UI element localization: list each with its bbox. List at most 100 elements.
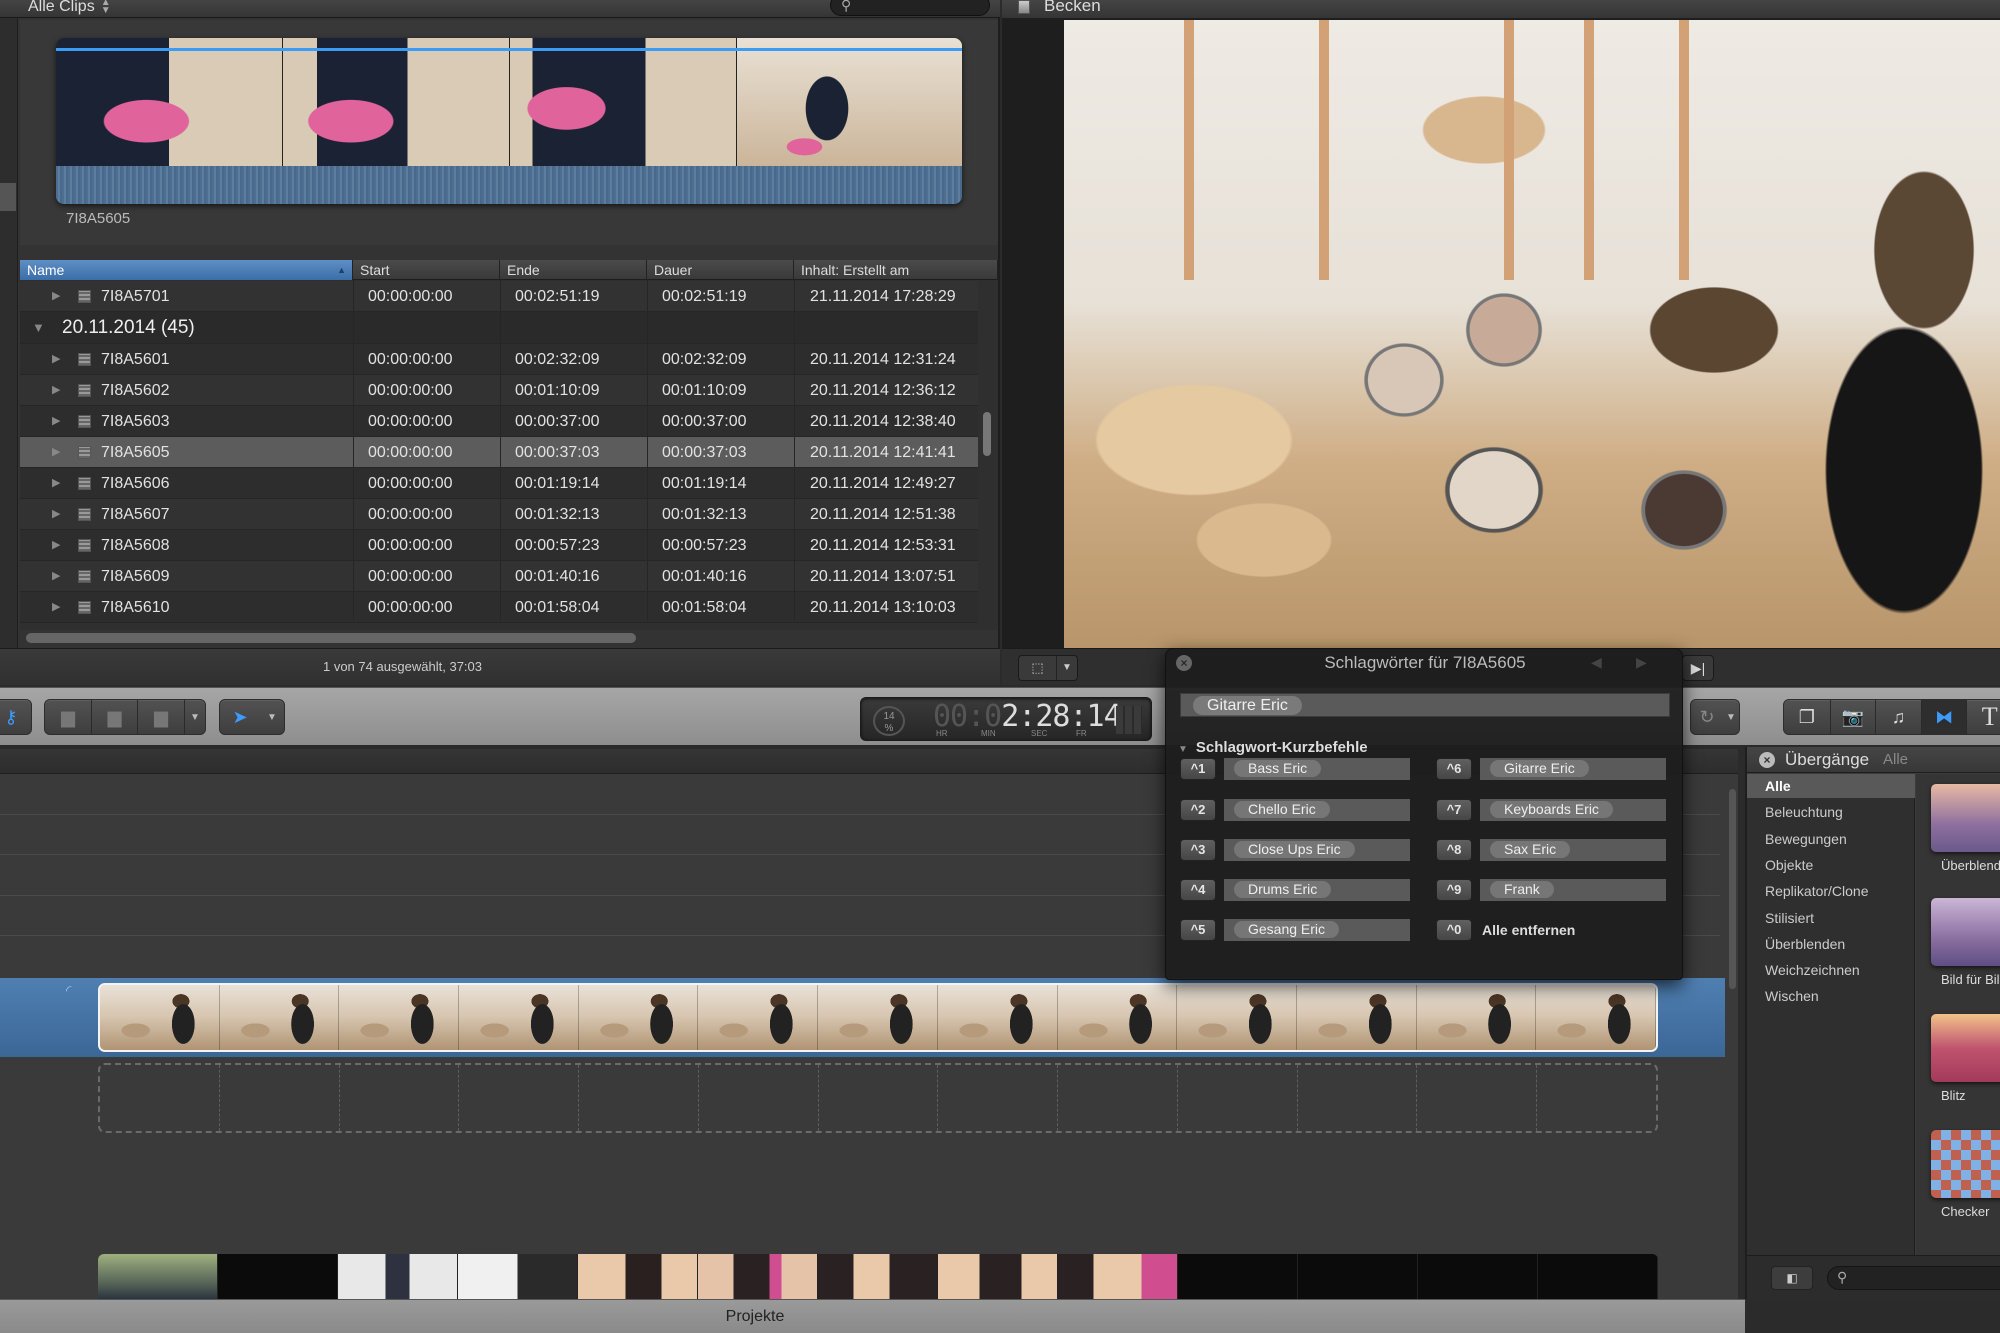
keyword-token[interactable]: Close Ups Eric [1234, 841, 1355, 858]
connect-button[interactable]: ▆ [45, 700, 92, 734]
previous-arrow-icon[interactable]: ◀ [1591, 654, 1602, 671]
sidebar-toggle-handle[interactable] [0, 183, 16, 211]
background-task-progress[interactable]: 14 % [873, 706, 905, 736]
transitions-browser-button[interactable]: ⧓ [1921, 700, 1968, 734]
transition-category-item[interactable]: Überblenden [1747, 932, 1915, 956]
project-library-bar[interactable]: Projekte [0, 1299, 1745, 1333]
browser-search-field[interactable]: ⚲ [830, 0, 990, 16]
viewer-video-frame[interactable] [1064, 20, 2000, 648]
disclosure-triangle-icon[interactable]: ▶ [52, 406, 60, 437]
keyword-token[interactable]: Gitarre Eric [1490, 760, 1589, 777]
column-header-duration[interactable]: Dauer [647, 260, 794, 280]
toggle-sidebar-button[interactable]: ◧ [1771, 1266, 1813, 1290]
dashboard-timecode[interactable]: 14 % 00:02:28:14 HR MIN SEC FR [860, 697, 1152, 741]
transition-category-item[interactable]: Alle [1747, 774, 1915, 798]
keyword-token[interactable]: Gesang Eric [1234, 921, 1340, 938]
transition-thumbnail[interactable] [1931, 1130, 2000, 1198]
keyword-token[interactable]: Frank [1490, 881, 1554, 898]
remove-all-keywords-label[interactable]: Alle entfernen [1482, 922, 1575, 938]
transition-category-item[interactable]: Objekte [1747, 853, 1915, 877]
transition-category-item[interactable]: Weichzeichnen [1747, 958, 1915, 982]
keyword-token[interactable]: Drums Eric [1234, 881, 1332, 898]
insert-button[interactable]: ▆ [92, 700, 138, 734]
keyword-shortcut-field[interactable]: Bass Eric [1224, 758, 1410, 780]
timeline-vertical-scrollbar[interactable] [1728, 789, 1738, 1269]
effects-browser-button[interactable]: ❐ [1784, 700, 1831, 734]
disclosure-triangle-icon[interactable]: ▶ [52, 281, 60, 312]
keyword-shortcut-field[interactable]: Sax Eric [1480, 839, 1666, 861]
transitions-search-field[interactable]: ⚲ [1827, 1266, 2000, 1290]
keyword-shortcuts-disclosure[interactable]: ▼ Schlagwort-Kurzbefehle [1178, 739, 1368, 756]
transitions-filter-label[interactable]: Alle [1883, 751, 1908, 768]
tool-selector[interactable]: ➤ ▼ [219, 699, 285, 735]
clip-duration: 00:01:40:16 [662, 568, 747, 585]
close-icon[interactable]: × [1759, 752, 1775, 768]
photo-browser-button[interactable]: 📷 [1831, 700, 1877, 734]
keyword-token[interactable]: Bass Eric [1234, 760, 1322, 777]
transition-category-item[interactable]: Replikator/Clone [1747, 879, 1915, 903]
keyword-editor-button[interactable]: ⚷ [0, 699, 32, 735]
disclosure-triangle-icon[interactable]: ▶ [52, 561, 60, 592]
timeline-clip-project[interactable] [98, 1254, 1658, 1299]
keyword-token[interactable]: Keyboards Eric [1490, 801, 1613, 818]
disclosure-triangle-icon[interactable]: ▶ [52, 499, 60, 530]
transition-category-item[interactable]: Bewegungen [1747, 827, 1915, 851]
clip-row[interactable]: ▶ 7I8A5602 00:00:00:00 00:01:10:09 00:01:10:… [20, 375, 978, 406]
column-header-start[interactable]: Start [353, 260, 500, 280]
transition-thumbnail[interactable] [1931, 784, 2000, 852]
transition-category-item[interactable]: Wischen [1747, 984, 1915, 1008]
play-fullscreen-button[interactable]: ▶| [1682, 655, 1714, 681]
disclosure-triangle-icon[interactable]: ▶ [52, 468, 60, 499]
keyword-token[interactable]: Chello Eric [1234, 801, 1330, 818]
timeline-clip-selected[interactable] [98, 983, 1658, 1052]
disclosure-triangle-icon[interactable]: ▶ [52, 344, 60, 375]
keyword-shortcut-field[interactable]: Keyboards Eric [1480, 799, 1666, 821]
scroll-thumb[interactable] [1729, 789, 1736, 989]
keyword-token[interactable]: Gitarre Eric [1193, 696, 1302, 715]
disclosure-triangle-icon[interactable]: ▶ [52, 530, 60, 561]
disclosure-triangle-open-icon[interactable]: ▼ [32, 312, 45, 344]
music-browser-button[interactable]: ♫ [1876, 700, 1922, 734]
selected-clip-filmstrip[interactable] [56, 38, 962, 204]
clip-row[interactable]: ▶ 7I8A5608 00:00:00:00 00:00:57:23 00:00:57:… [20, 530, 978, 561]
keyword-token-field[interactable]: Gitarre Eric [1180, 693, 1670, 717]
column-header-end[interactable]: Ende [500, 260, 647, 280]
clip-row[interactable]: ▶ 7I8A5601 00:00:00:00 00:02:32:09 00:02:32:… [20, 344, 978, 375]
edit-mode-dropdown[interactable]: ▼ [185, 700, 205, 734]
disclosure-triangle-icon[interactable]: ▶ [52, 592, 60, 623]
append-button[interactable]: ▆ [138, 700, 185, 734]
retime-button[interactable]: ↻ ▼ [1690, 699, 1740, 735]
clip-row[interactable]: ▶ 7I8A5609 00:00:00:00 00:01:40:16 00:01:40:… [20, 561, 978, 592]
clip-row[interactable]: ▶ 7I8A5606 00:00:00:00 00:01:19:14 00:01:19:… [20, 468, 978, 499]
next-arrow-icon[interactable]: ▶ [1636, 654, 1647, 671]
column-header-name[interactable]: Name ▲ [20, 260, 353, 280]
horizontal-scrollbar[interactable] [26, 633, 636, 643]
clip-row[interactable]: ▶ 7I8A5610 00:00:00:00 00:01:58:04 00:01:58:… [20, 592, 978, 623]
keyword-shortcut-field[interactable]: Gitarre Eric [1480, 758, 1666, 780]
transition-thumbnail[interactable] [1931, 1014, 2000, 1082]
disclosure-triangle-icon[interactable]: ▶ [52, 437, 60, 468]
keyword-shortcut-field[interactable]: Drums Eric [1224, 879, 1410, 901]
audio-meters[interactable] [1116, 706, 1142, 734]
clips-filter-popup[interactable]: Alle Clips ▲ ▼ [20, 0, 119, 18]
empty-storyline-placeholder[interactable] [98, 1063, 1658, 1133]
transition-category-item[interactable]: Stilisiert [1747, 906, 1915, 930]
keyword-token[interactable]: Sax Eric [1490, 841, 1571, 858]
clip-row[interactable]: ▶ 7I8A5701 00:00:00:00 00:02:51:19 00:02:51:… [20, 281, 978, 312]
clip-row[interactable]: ▶ 7I8A5605 00:00:00:00 00:00:37:03 00:00:37:… [20, 437, 978, 468]
keyword-shortcut-field[interactable]: Chello Eric [1224, 799, 1410, 821]
chevron-down-icon: ▼ [1726, 711, 1736, 723]
keyword-shortcut-field[interactable]: Close Ups Eric [1224, 839, 1410, 861]
transition-category-item[interactable]: Beleuchtung [1747, 800, 1915, 824]
transition-thumbnail[interactable] [1931, 898, 2000, 966]
clip-row[interactable]: ▶ 7I8A5603 00:00:00:00 00:00:37:00 00:00:37:… [20, 406, 978, 437]
view-options-button[interactable]: ⬚ ▼ [1018, 655, 1078, 681]
keyword-shortcut-field[interactable]: Gesang Eric [1224, 919, 1410, 941]
vertical-scrollbar[interactable] [983, 412, 991, 456]
column-header-created[interactable]: Inhalt: Erstellt am [794, 260, 998, 280]
titles-browser-button[interactable]: T [1967, 700, 2000, 734]
keyword-shortcut-field[interactable]: Frank [1480, 879, 1666, 901]
disclosure-triangle-icon[interactable]: ▶ [52, 375, 60, 406]
date-group-row[interactable]: ▼ 20.11.2014 (45) [20, 312, 978, 344]
clip-row[interactable]: ▶ 7I8A5607 00:00:00:00 00:01:32:13 00:01:32:… [20, 499, 978, 530]
